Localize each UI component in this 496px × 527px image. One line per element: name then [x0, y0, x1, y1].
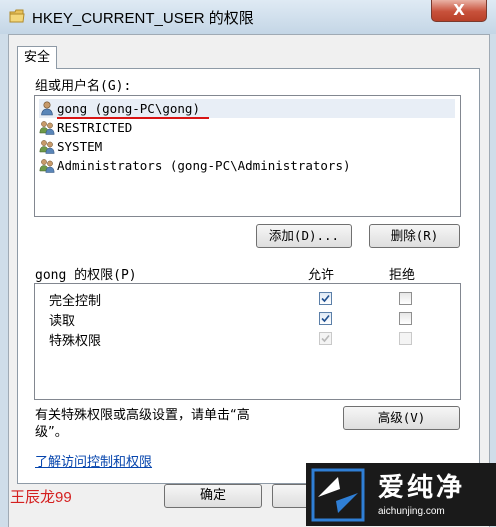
permission-name: 完全控制	[49, 294, 102, 309]
permission-list: 完全控制 读取 特殊权限	[34, 283, 461, 400]
user-list-item[interactable]: SYSTEM	[39, 137, 455, 156]
permission-row: 完全控制	[49, 288, 449, 309]
red-annotation-underline	[57, 117, 209, 119]
permission-name: 特殊权限	[49, 334, 102, 349]
group-icon	[39, 121, 55, 135]
permissions-for-label: gong 的权限(P)	[35, 268, 137, 283]
user-list-item[interactable]: gong (gong-PC\gong)	[39, 99, 455, 118]
allow-header: 允许	[308, 268, 335, 283]
close-button[interactable]: X	[431, 0, 487, 22]
user-name: RESTRICTED	[57, 120, 133, 135]
user-name: Administrators (gong-PC\Administrators)	[57, 158, 351, 173]
learn-access-control-link[interactable]: 了解访问控制和权限	[35, 451, 152, 470]
logo-main-text: 爱纯净	[378, 473, 466, 503]
advanced-button[interactable]: 高级(V)	[343, 406, 460, 430]
deny-checkbox[interactable]	[399, 312, 412, 325]
group-icon	[39, 140, 55, 154]
add-button[interactable]: 添加(D)...	[256, 224, 352, 248]
permission-row: 特殊权限	[49, 328, 449, 349]
window-title: HKEY_CURRENT_USER 的权限	[32, 10, 254, 27]
remove-button[interactable]: 删除(R)	[369, 224, 460, 248]
group-icon	[39, 159, 55, 173]
allow-checkbox[interactable]	[319, 292, 332, 305]
advanced-note-line2: 级”。	[35, 425, 68, 440]
site-logo: 爱纯净 aichunjing.com	[306, 463, 496, 526]
deny-checkbox[interactable]	[399, 292, 412, 305]
allow-checkbox-disabled	[319, 332, 332, 345]
group-or-user-label: 组或用户名(G):	[35, 79, 132, 94]
allow-checkbox[interactable]	[319, 312, 332, 325]
permission-row: 读取	[49, 308, 449, 329]
ok-button[interactable]: 确定	[164, 484, 262, 508]
user-name: gong (gong-PC\gong)	[57, 101, 200, 116]
logo-mark-icon	[311, 468, 365, 522]
author-watermark: 王辰龙99	[10, 489, 72, 506]
folder-icon	[9, 9, 25, 23]
deny-checkbox-disabled	[399, 332, 412, 345]
user-list-item[interactable]: RESTRICTED	[39, 118, 455, 137]
tab-security[interactable]: 安全	[17, 46, 57, 69]
user-list[interactable]: gong (gong-PC\gong) RESTRICTED SYSTEM Ad…	[34, 95, 461, 217]
user-icon	[41, 101, 53, 116]
deny-header: 拒绝	[389, 268, 416, 283]
logo-sub-text: aichunjing.com	[378, 506, 445, 517]
user-list-item[interactable]: Administrators (gong-PC\Administrators)	[39, 156, 455, 175]
user-name: SYSTEM	[57, 139, 103, 154]
title-bar: HKEY_CURRENT_USER 的权限 X	[0, 0, 496, 34]
permission-name: 读取	[49, 314, 76, 329]
